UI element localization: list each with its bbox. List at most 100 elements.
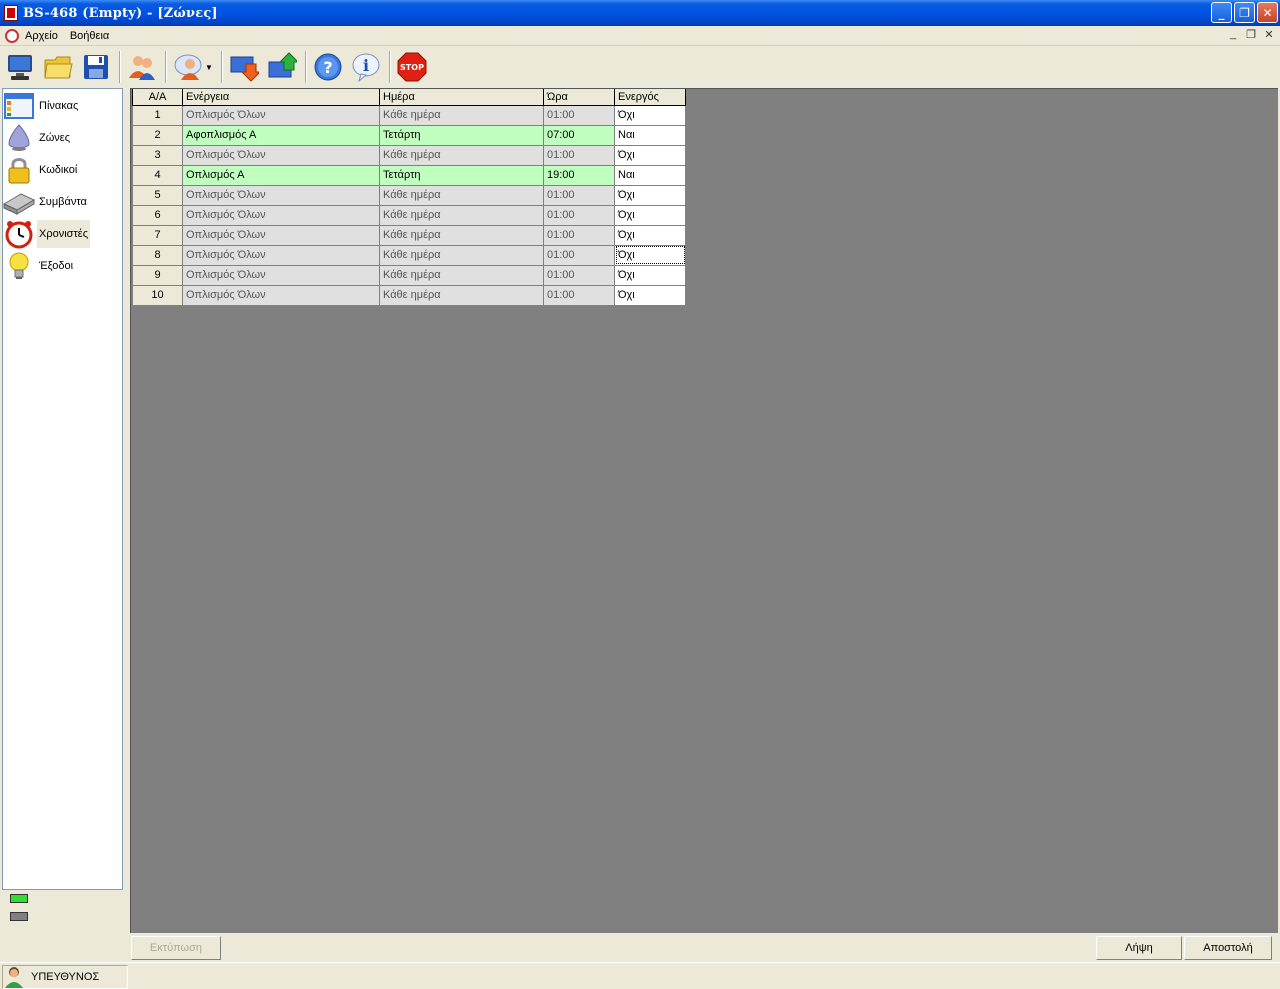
cell-time[interactable]: 01:00: [543, 244, 615, 266]
nav-item-events[interactable]: Συμβάντα: [3, 187, 122, 217]
cell-day[interactable]: Κάθε ημέρα: [379, 104, 544, 126]
main-area: Α/Α Ενέργεια Ημέρα Ώρα Ενεργός 1 Οπλισμός…: [130, 88, 1278, 933]
cell-time[interactable]: 01:00: [543, 144, 615, 166]
cell-time[interactable]: 01:00: [543, 224, 615, 246]
cell-day[interactable]: Κάθε ημέρα: [379, 244, 544, 266]
mdi-restore-icon[interactable]: ❐: [1244, 28, 1258, 41]
cell-day[interactable]: Κάθε ημέρα: [379, 264, 544, 286]
table-row[interactable]: 4 Οπλισμός Α Τετάρτη 19:00 Ναι: [132, 164, 686, 186]
cell-time[interactable]: 01:00: [543, 284, 615, 306]
table-row[interactable]: 9 Οπλισμός Όλων Κάθε ημέρα 01:00 Όχι: [132, 264, 686, 286]
close-button[interactable]: ✕: [1257, 2, 1278, 23]
timers-table: Α/Α Ενέργεια Ημέρα Ώρα Ενεργός 1 Οπλισμός…: [132, 89, 686, 306]
header-time[interactable]: Ώρα: [543, 89, 615, 106]
cell-action[interactable]: Οπλισμός Όλων: [182, 264, 380, 286]
nav-item-timers[interactable]: Χρονιστές: [3, 219, 122, 249]
mdi-minimize-icon[interactable]: _: [1226, 28, 1240, 41]
cell-active[interactable]: Όχι: [614, 104, 686, 126]
info-icon[interactable]: i: [349, 50, 383, 84]
monitor-icon[interactable]: [3, 50, 37, 84]
cell-active[interactable]: Όχι: [614, 264, 686, 286]
menu-file[interactable]: Αρχείο: [19, 30, 64, 42]
cell-num[interactable]: 10: [132, 284, 183, 306]
cell-active[interactable]: Όχι: [614, 244, 686, 266]
cell-active[interactable]: Όχι: [614, 204, 686, 226]
cell-action[interactable]: Οπλισμός Όλων: [182, 104, 380, 126]
table-row[interactable]: 7 Οπλισμός Όλων Κάθε ημέρα 01:00 Όχι: [132, 224, 686, 246]
cell-active[interactable]: Όχι: [614, 284, 686, 306]
upload-icon[interactable]: [265, 50, 299, 84]
cell-active[interactable]: Ναι: [614, 124, 686, 146]
cell-day[interactable]: Τετάρτη: [379, 124, 544, 146]
user-talk-icon[interactable]: [171, 50, 205, 84]
download-icon[interactable]: [227, 50, 261, 84]
cell-num[interactable]: 7: [132, 224, 183, 246]
cell-action[interactable]: Οπλισμός Όλων: [182, 224, 380, 246]
cell-action[interactable]: Οπλισμός Όλων: [182, 204, 380, 226]
cell-day[interactable]: Κάθε ημέρα: [379, 204, 544, 226]
cell-action[interactable]: Οπλισμός Όλων: [182, 184, 380, 206]
cell-num[interactable]: 6: [132, 204, 183, 226]
folder-open-icon[interactable]: [41, 50, 75, 84]
cell-action[interactable]: Αφοπλισμός Α: [182, 124, 380, 146]
cell-action[interactable]: Οπλισμός Όλων: [182, 284, 380, 306]
cell-active[interactable]: Όχι: [614, 224, 686, 246]
nav-item-panel[interactable]: Πίνακας: [3, 91, 122, 121]
cell-num[interactable]: 4: [132, 164, 183, 186]
table-row[interactable]: 2 Αφοπλισμός Α Τετάρτη 07:00 Ναι: [132, 124, 686, 146]
cell-time[interactable]: 01:00: [543, 104, 615, 126]
cell-active[interactable]: Όχι: [614, 184, 686, 206]
cell-active[interactable]: Όχι: [614, 144, 686, 166]
zone-icon: [3, 123, 35, 153]
minimize-button[interactable]: _: [1211, 2, 1232, 23]
cell-time[interactable]: 19:00: [543, 164, 615, 186]
header-action[interactable]: Ενέργεια: [182, 89, 380, 106]
cell-num[interactable]: 8: [132, 244, 183, 266]
cell-action[interactable]: Οπλισμός Όλων: [182, 244, 380, 266]
stop-icon[interactable]: STOP: [395, 50, 429, 84]
cell-num[interactable]: 5: [132, 184, 183, 206]
nav-item-codes[interactable]: Κωδικοί: [3, 155, 122, 185]
lock-icon: [3, 155, 35, 185]
table-row[interactable]: 6 Οπλισμός Όλων Κάθε ημέρα 01:00 Όχι: [132, 204, 686, 226]
cell-day[interactable]: Κάθε ημέρα: [379, 284, 544, 306]
help-icon[interactable]: ?: [311, 50, 345, 84]
table-row[interactable]: 3 Οπλισμός Όλων Κάθε ημέρα 01:00 Όχι: [132, 144, 686, 166]
nav-item-zones[interactable]: Ζώνες: [3, 123, 122, 153]
nav-item-outputs[interactable]: Έξοδοι: [3, 251, 122, 281]
cell-day[interactable]: Τετάρτη: [379, 164, 544, 186]
table-row[interactable]: 1 Οπλισμός Όλων Κάθε ημέρα 01:00 Όχι: [132, 104, 686, 126]
cell-time[interactable]: 01:00: [543, 204, 615, 226]
restore-button[interactable]: ❐: [1234, 2, 1255, 23]
header-day[interactable]: Ημέρα: [379, 89, 544, 106]
table-row[interactable]: 8 Οπλισμός Όλων Κάθε ημέρα 01:00 Όχι: [132, 244, 686, 266]
cell-active[interactable]: Ναι: [614, 164, 686, 186]
cell-time[interactable]: 01:00: [543, 184, 615, 206]
header-num[interactable]: Α/Α: [132, 89, 183, 106]
app-icon[interactable]: [4, 5, 18, 21]
mdi-close-icon[interactable]: ✕: [1262, 28, 1276, 41]
table-row[interactable]: 10 Οπλισμός Όλων Κάθε ημέρα 01:00 Όχι: [132, 284, 686, 306]
cell-day[interactable]: Κάθε ημέρα: [379, 184, 544, 206]
save-icon[interactable]: [79, 50, 113, 84]
users-icon[interactable]: [125, 50, 159, 84]
print-button[interactable]: Εκτύπωση: [131, 936, 221, 960]
cell-num[interactable]: 9: [132, 264, 183, 286]
cell-num[interactable]: 2: [132, 124, 183, 146]
header-active[interactable]: Ενεργός: [614, 89, 686, 106]
dropdown-caret-icon[interactable]: ▼: [205, 63, 213, 72]
cell-action[interactable]: Οπλισμός Όλων: [182, 144, 380, 166]
cell-time[interactable]: 01:00: [543, 264, 615, 286]
send-button[interactable]: Αποστολή: [1184, 936, 1272, 960]
cell-num[interactable]: 3: [132, 144, 183, 166]
receive-button[interactable]: Λήψη: [1096, 936, 1182, 960]
document-clock-icon[interactable]: [5, 28, 19, 43]
cell-day[interactable]: Κάθε ημέρα: [379, 224, 544, 246]
cell-day[interactable]: Κάθε ημέρα: [379, 144, 544, 166]
cell-time[interactable]: 07:00: [543, 124, 615, 146]
cell-num[interactable]: 1: [132, 104, 183, 126]
menu-help[interactable]: Βοήθεια: [64, 30, 115, 42]
nav-panel: Πίνακας Ζώνες Κωδικοί Συμβάντα Χρονιστές…: [2, 88, 123, 890]
cell-action[interactable]: Οπλισμός Α: [182, 164, 380, 186]
table-row[interactable]: 5 Οπλισμός Όλων Κάθε ημέρα 01:00 Όχι: [132, 184, 686, 206]
